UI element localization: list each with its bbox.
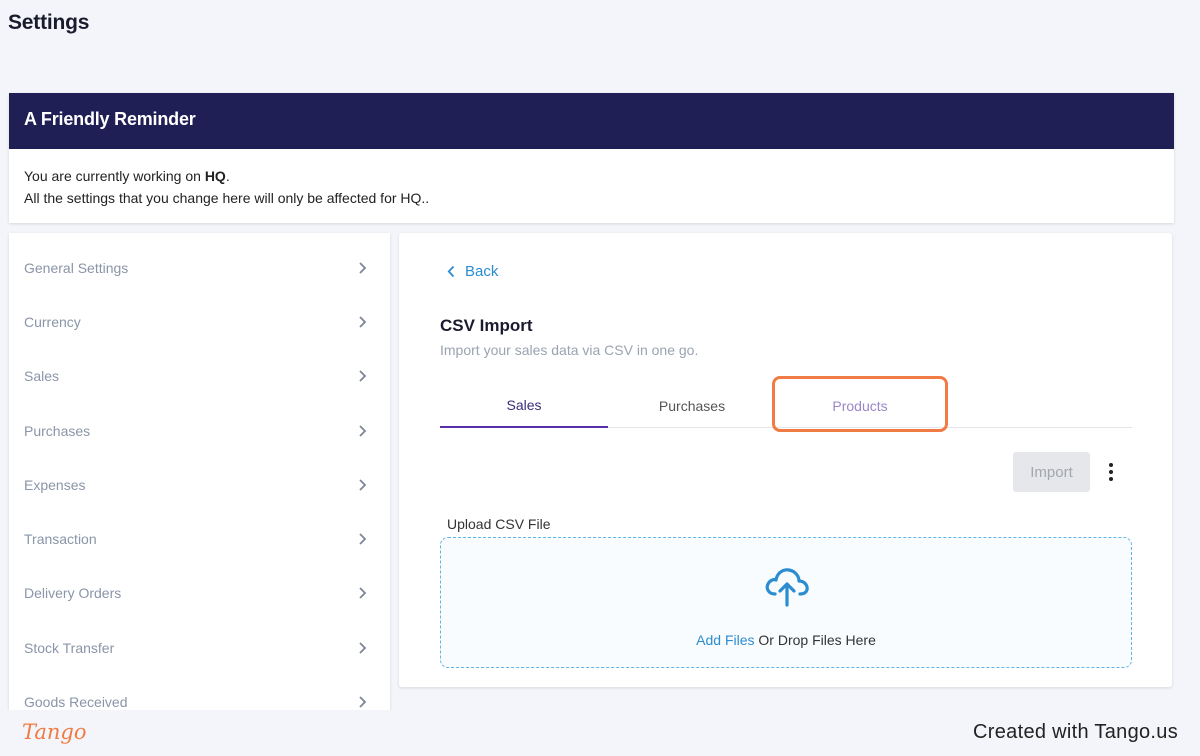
sidebar-item-label: General Settings (24, 260, 129, 276)
chevron-left-icon (447, 265, 455, 278)
chevron-right-icon (359, 262, 367, 274)
reminder-branch: HQ (204, 168, 226, 184)
settings-sidebar: General Settings Currency Sales Purchase… (9, 233, 390, 710)
add-files-link[interactable]: Add Files (696, 632, 754, 648)
section-subtitle: Import your sales data via CSV in one go… (440, 342, 699, 358)
sidebar-item-label: Expenses (24, 477, 86, 493)
more-options-icon[interactable] (1103, 459, 1119, 485)
reminder-heading: A Friendly Reminder (9, 93, 1174, 149)
sidebar-item-label: Purchases (24, 423, 91, 439)
import-tabs: Sales Purchases Products (440, 383, 1132, 428)
sidebar-item-sales[interactable]: Sales (9, 349, 390, 403)
sidebar-item-transaction[interactable]: Transaction (9, 512, 390, 566)
reminder-line-1-prefix: You are currently working on (24, 168, 205, 184)
tango-logo: Tango (22, 720, 87, 744)
file-dropzone[interactable]: Add Files Or Drop Files Here (440, 537, 1132, 668)
reminder-line-1: You are currently working on HQ. (24, 165, 1159, 187)
reminder-line-2: All the settings that you change here wi… (24, 190, 430, 206)
tab-products[interactable]: Products (776, 383, 944, 428)
reminder-card: A Friendly Reminder You are currently wo… (9, 93, 1174, 223)
footer-bar: Tango Created with Tango.us (0, 710, 1200, 756)
drop-files-text: Or Drop Files Here (754, 632, 876, 648)
chevron-right-icon (359, 370, 367, 382)
page-title: Settings (8, 11, 90, 34)
chevron-right-icon (359, 696, 367, 708)
sidebar-item-delivery-orders[interactable]: Delivery Orders (9, 566, 390, 620)
cloud-upload-icon (765, 568, 809, 607)
sidebar-item-label: Delivery Orders (24, 585, 122, 601)
tab-sales[interactable]: Sales (440, 383, 608, 428)
chevron-right-icon (359, 479, 367, 491)
sidebar-item-label: Stock Transfer (24, 640, 115, 656)
sidebar-item-expenses[interactable]: Expenses (9, 458, 390, 512)
sidebar-item-label: Sales (24, 368, 60, 384)
sidebar-item-general-settings[interactable]: General Settings (9, 241, 390, 295)
sidebar-item-goods-received[interactable]: Goods Received (9, 675, 390, 710)
chevron-right-icon (359, 316, 367, 328)
csv-import-panel: Back CSV Import Import your sales data v… (399, 233, 1172, 687)
sidebar-item-stock-transfer[interactable]: Stock Transfer (9, 621, 390, 675)
back-label: Back (465, 263, 499, 280)
dropzone-text: Add Files Or Drop Files Here (441, 632, 1131, 648)
created-with-text: Created with Tango.us (973, 721, 1178, 743)
sidebar-item-currency[interactable]: Currency (9, 295, 390, 349)
reminder-body: You are currently working on HQ. All the… (9, 149, 1174, 225)
sidebar-item-label: Currency (24, 314, 81, 330)
section-title: CSV Import (440, 316, 533, 335)
tab-purchases[interactable]: Purchases (608, 383, 776, 428)
app-frame: Settings A Friendly Reminder You are cur… (0, 0, 1200, 710)
tango-logo-text: Tango (22, 720, 87, 744)
import-button[interactable]: Import (1013, 452, 1090, 492)
sidebar-item-purchases[interactable]: Purchases (9, 404, 390, 458)
upload-label: Upload CSV File (447, 516, 551, 532)
chevron-right-icon (359, 642, 367, 654)
chevron-right-icon (359, 425, 367, 437)
chevron-right-icon (359, 533, 367, 545)
back-link[interactable]: Back (447, 263, 498, 280)
sidebar-item-label: Goods Received (24, 694, 128, 710)
sidebar-item-label: Transaction (24, 531, 97, 547)
reminder-line-1-suffix: . (225, 168, 230, 184)
chevron-right-icon (359, 587, 367, 599)
